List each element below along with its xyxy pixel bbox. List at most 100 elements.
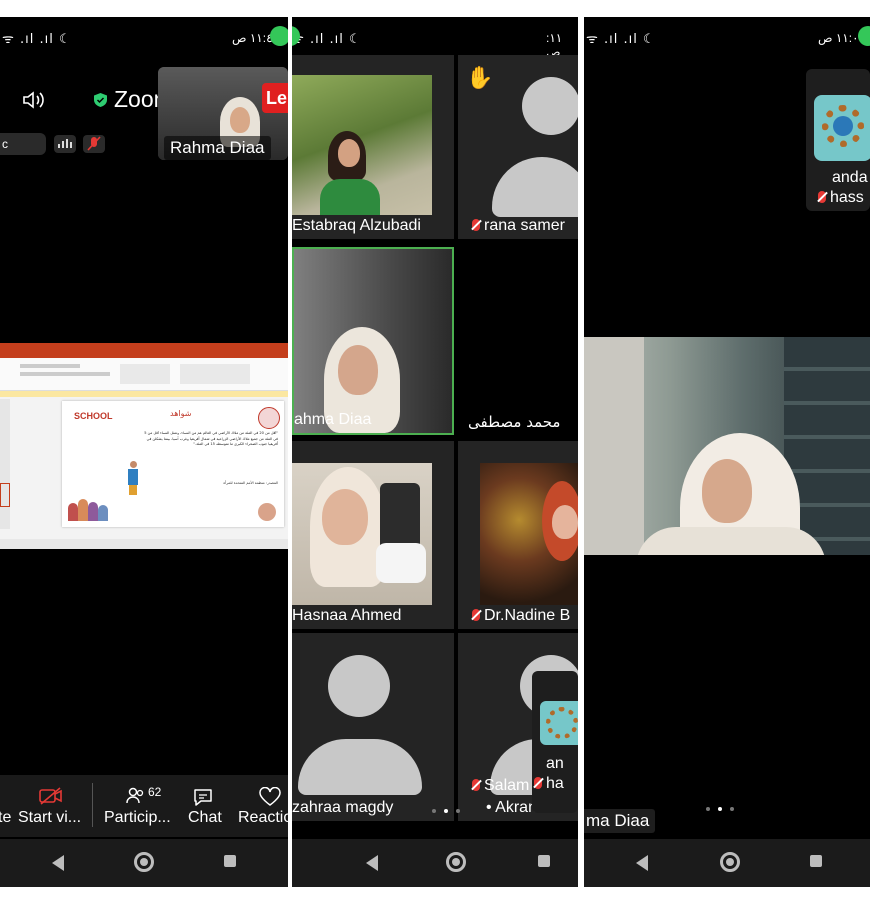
floating-video-tile[interactable]: anda hass <box>806 69 870 211</box>
home-icon[interactable] <box>720 852 740 872</box>
slide-body-text: "أقل من 20 في المئة من ملاك الأراضي في ا… <box>144 431 278 446</box>
toolbar-participants-label: Particip... <box>104 809 171 826</box>
school-logo: SCHOOL <box>74 411 113 421</box>
status-bar: ᯤ .ıl .ıl ☾ ١١:٠٣ ص <box>584 17 870 59</box>
slide-source-text: المصدر: منظمة الأمم المتحدة للمرأة <box>223 481 278 485</box>
floating-name: anda <box>832 169 868 186</box>
speaker-icon[interactable] <box>22 90 46 110</box>
participant-name: Dr.Nadine B <box>472 607 570 625</box>
participant-tile[interactable]: Estabraq Alzubadi <box>292 55 454 239</box>
farmer-illustration <box>128 461 138 497</box>
system-nav-bar <box>0 839 288 887</box>
system-nav-bar <box>584 839 870 887</box>
gear-logo-icon <box>540 701 578 745</box>
slide-canvas: شواهد SCHOOL "أقل من 20 في المئة من ملاك… <box>62 401 284 527</box>
toolbar-reactions-button[interactable]: Reactio <box>238 785 288 831</box>
participant-tile[interactable]: محمد مصطفى <box>458 247 578 435</box>
floating-name: ha <box>534 775 564 793</box>
recents-icon[interactable] <box>224 855 236 867</box>
toolbar-start-video-button[interactable]: Start vi... <box>18 787 84 831</box>
toolbar-end-button[interactable]: te <box>0 809 11 827</box>
toolbar-chat-label: Chat <box>188 809 222 826</box>
participant-tile[interactable]: Dr.Nadine B <box>458 441 578 629</box>
phone-screen-1: ᯤ .ıl .ıl ☾ ١١:٤٢ ص Zoom⌄ Le Rahma Diaa … <box>0 17 288 887</box>
meeting-toolbar: te Start vi... 62 Particip... Chat React… <box>0 775 288 837</box>
chat-icon <box>194 789 212 806</box>
avatar-body <box>298 739 422 795</box>
muted-mic-icon <box>472 219 480 231</box>
muted-mic-icon <box>534 777 542 789</box>
back-icon[interactable] <box>366 855 378 871</box>
ppt-title-bar <box>0 343 288 351</box>
floating-name: hass <box>818 189 864 207</box>
muted-mic-icon <box>818 191 826 203</box>
signal-icons: ᯤ .ıl .ıl ☾ <box>586 32 656 47</box>
participants-icon <box>126 787 144 804</box>
page-indicator <box>432 809 472 815</box>
signal-icons: ᯤ .ıl .ıl ☾ <box>292 32 362 47</box>
recents-icon[interactable] <box>810 855 822 867</box>
muted-mic-icon <box>472 779 480 791</box>
gear-logo-icon <box>814 95 870 161</box>
phone-screen-3: ᯤ .ıl .ıl ☾ ١١:٠٣ ص anda hass ma Diaa <box>584 17 870 887</box>
slide-emblem-icon <box>258 407 280 429</box>
participant-video <box>292 75 432 215</box>
speaker-face <box>702 459 752 523</box>
toolbar-participants-button[interactable]: 62 Particip... <box>104 785 176 831</box>
back-icon[interactable] <box>636 855 648 871</box>
home-icon[interactable] <box>134 852 154 872</box>
participant-tile-active[interactable]: ahma Diaa <box>292 247 454 435</box>
avatar-body <box>492 157 578 217</box>
participant-tile[interactable]: ✋ rana samer <box>458 55 578 239</box>
participant-name: محمد مصطفى <box>468 413 561 431</box>
toolbar-chat-button[interactable]: Chat <box>186 785 226 831</box>
participant-name: rana samer <box>472 217 565 235</box>
phone-screen-2: ᯤ .ıl .ıl ☾ ١١: ص Estabraq Alzubadi ✋ ra… <box>292 17 578 887</box>
participant-video <box>480 463 578 605</box>
caption-pill[interactable]: c <box>0 133 46 155</box>
participant-subname: • Akran <box>486 799 537 816</box>
participant-name: Estabraq Alzubadi <box>292 217 421 234</box>
toolbar-reactions-label: Reactio <box>238 809 288 826</box>
participants-count-badge: 62 <box>148 785 162 799</box>
ppt-ribbon <box>0 358 288 391</box>
women-illustration <box>68 497 108 521</box>
toolbar-start-video-label: Start vi... <box>18 809 82 826</box>
raised-hand-icon: ✋ <box>466 65 494 90</box>
muted-mic-icon <box>472 609 480 621</box>
home-icon[interactable] <box>446 852 466 872</box>
participant-name: zahraa magdy <box>292 799 394 816</box>
recording-badge: Le <box>262 83 288 113</box>
video-off-icon <box>39 787 62 805</box>
recording-label: Le <box>266 88 288 108</box>
avatar <box>328 655 390 717</box>
signal-icons: ᯤ .ıl .ıl ☾ <box>2 32 72 47</box>
page-indicator <box>706 807 746 813</box>
floating-video-tile[interactable]: an ha <box>532 671 578 813</box>
status-bar: ᯤ .ıl .ıl ☾ ١١:٤٢ ص <box>0 17 288 59</box>
ppt-warning-bar <box>0 391 288 397</box>
back-icon[interactable] <box>52 855 64 871</box>
privacy-indicator-icon <box>270 26 288 46</box>
ppt-status-bar <box>0 539 288 549</box>
floating-name: an <box>546 755 564 772</box>
avatar <box>522 77 578 135</box>
participant-video <box>294 249 452 433</box>
ppt-ribbon-tabs <box>0 351 288 358</box>
active-speaker-video[interactable] <box>584 337 870 555</box>
participant-name: ahma Diaa <box>294 411 372 428</box>
heart-icon <box>259 787 281 806</box>
participant-tile[interactable]: Hasnaa Ahmed <box>292 441 454 629</box>
system-nav-bar <box>292 839 578 887</box>
participant-name: Hasnaa Ahmed <box>292 607 402 624</box>
participant-name: Salam <box>472 777 529 795</box>
slide-heading: شواهد <box>170 409 192 418</box>
slide-thumbnails <box>0 399 10 529</box>
muted-mic-icon[interactable] <box>83 135 105 153</box>
shared-screen[interactable]: شواهد SCHOOL "أقل من 20 في المئة من ملاك… <box>0 343 288 549</box>
signal-bars-icon[interactable] <box>54 135 76 153</box>
self-view-tile[interactable]: Le Rahma Diaa <box>158 67 288 160</box>
recents-icon[interactable] <box>538 855 550 867</box>
self-view-name: Rahma Diaa <box>164 136 271 160</box>
participant-tile[interactable]: zahraa magdy <box>292 633 454 821</box>
